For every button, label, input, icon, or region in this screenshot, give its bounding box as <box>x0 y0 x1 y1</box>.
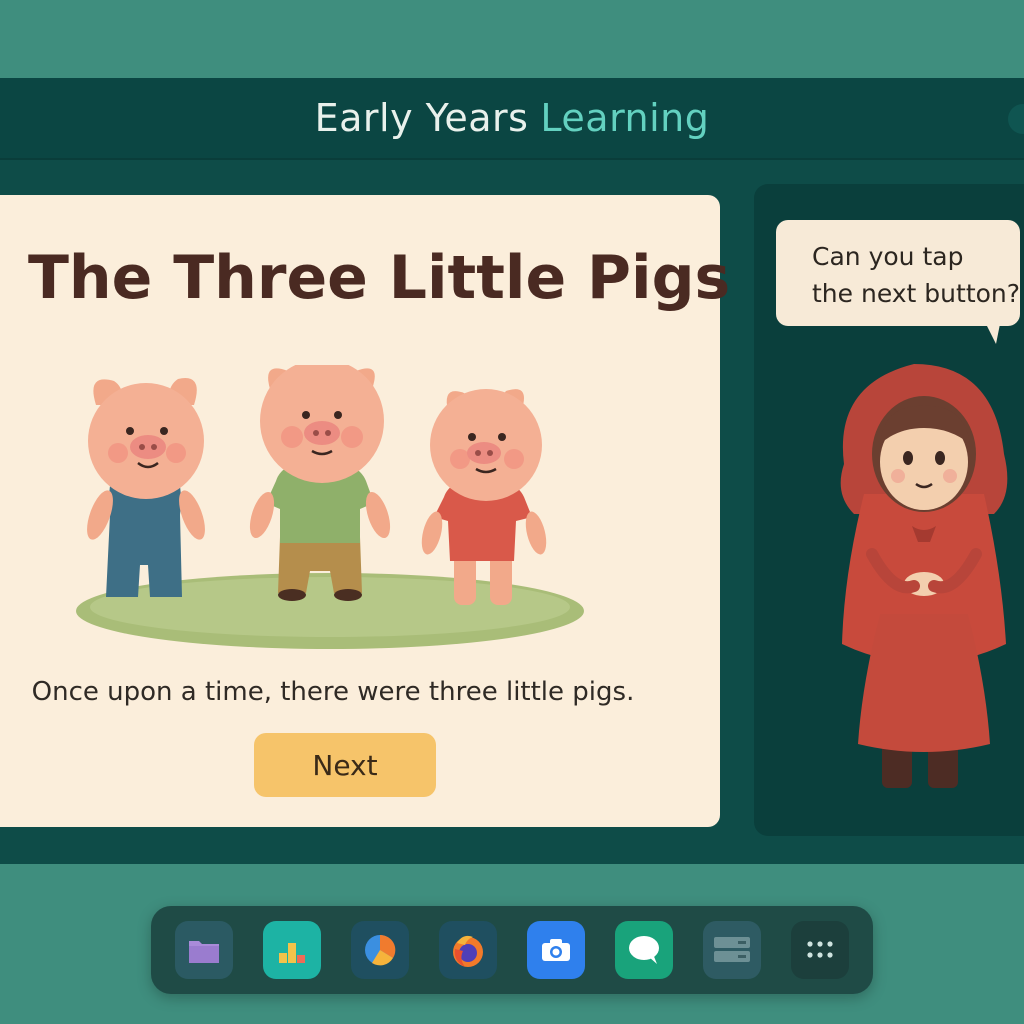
camera-app-button[interactable] <box>527 921 585 979</box>
taskbar-dock <box>151 906 873 994</box>
chat-app-button[interactable] <box>615 921 673 979</box>
guide-panel: Can you tap the next button? <box>754 184 1024 836</box>
pig-green-shirt <box>249 365 391 601</box>
files-app-button[interactable] <box>175 921 233 979</box>
firefox-app-button[interactable] <box>439 921 497 979</box>
server-icon <box>714 937 750 962</box>
folder-icon <box>189 941 219 963</box>
pig-red-shirt <box>421 389 547 605</box>
app-title-accent: Learning <box>540 96 710 140</box>
chart-app-icon <box>279 943 305 963</box>
firefox-icon <box>453 935 483 967</box>
title-bar: Early Years Learning <box>0 78 1024 160</box>
window-control-button[interactable] <box>1008 104 1024 134</box>
story-card: The Three Little Pigs Once upon a time, … <box>0 195 730 827</box>
story-text: Once upon a time, there were three littl… <box>31 677 635 707</box>
bubble-tail <box>986 324 1000 344</box>
app-title-main: Early Years <box>314 96 529 140</box>
app-grid-button[interactable] <box>791 921 849 979</box>
red-riding-hood-guide-character <box>840 364 1008 788</box>
pie-chart-app-button[interactable] <box>351 921 409 979</box>
camera-icon <box>542 939 570 961</box>
three-pigs-illustration <box>76 365 584 649</box>
story-title: The Three Little Pigs <box>28 243 731 313</box>
chat-icon <box>629 936 659 964</box>
app-window: Early Years Learning The Three Little Pi… <box>0 78 1024 864</box>
pig-overalls <box>87 378 205 597</box>
app-grid-icon <box>807 941 833 958</box>
bubble-line-2: the next button? <box>812 279 1021 308</box>
pie-chart-app-icon <box>365 934 396 966</box>
next-button[interactable]: Next <box>254 733 436 797</box>
bubble-line-1: Can you tap <box>812 242 964 271</box>
chart-app-button[interactable] <box>263 921 321 979</box>
speech-bubble: Can you tap the next button? <box>776 220 1021 344</box>
server-app-button[interactable] <box>703 921 761 979</box>
